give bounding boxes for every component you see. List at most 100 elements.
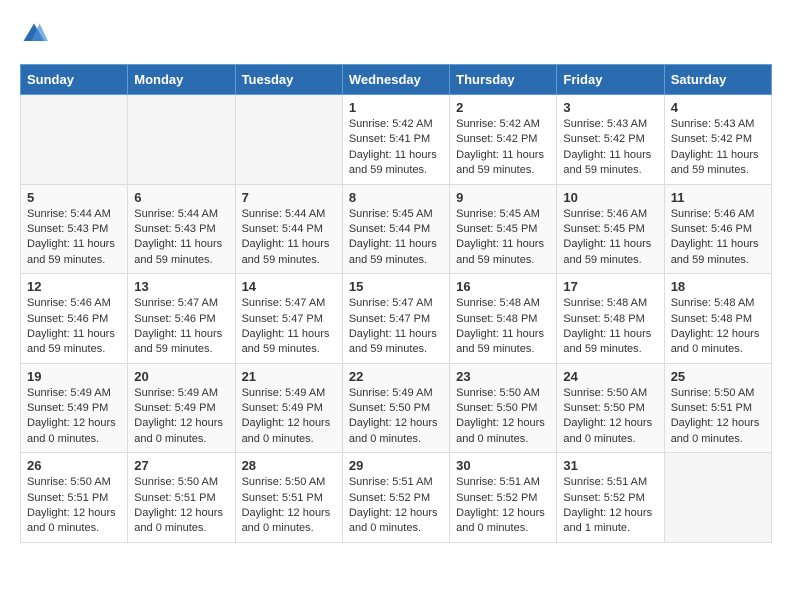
day-number: 1 — [349, 100, 443, 115]
calendar-cell: 26 Sunrise: 5:50 AM Sunset: 5:51 PM Dayli… — [21, 453, 128, 543]
day-number: 20 — [134, 369, 228, 384]
day-info: Sunrise: 5:45 AM Sunset: 5:44 PM Dayligh… — [349, 207, 443, 269]
day-info: Sunrise: 5:46 AM Sunset: 5:46 PM Dayligh… — [671, 207, 765, 269]
day-info: Sunrise: 5:46 AM Sunset: 5:46 PM Dayligh… — [27, 296, 121, 358]
day-number: 25 — [671, 369, 765, 384]
calendar-cell: 11Sunrise: 5:46 AM Sunset: 5:46 PM Dayli… — [664, 184, 771, 274]
page-header — [20, 20, 772, 48]
calendar-cell: 20 Sunrise: 5:49 AM Sunset: 5:49 PM Dayli… — [128, 363, 235, 453]
day-number: 2 — [456, 100, 550, 115]
weekday-header: Thursday — [450, 65, 557, 95]
calendar-cell: 17Sunrise: 5:48 AM Sunset: 5:48 PM Dayli… — [557, 274, 664, 364]
day-info: Sunrise: 5:44 AM Sunset: 5:44 PM Dayligh… — [242, 207, 336, 269]
calendar-week-row: 5 Sunrise: 5:44 AM Sunset: 5:43 PM Daylig… — [21, 184, 772, 274]
calendar-cell: 28 Sunrise: 5:50 AM Sunset: 5:51 PM Dayli… — [235, 453, 342, 543]
day-number: 26 — [27, 458, 121, 473]
day-info: Sunrise: 5:49 AM Sunset: 5:49 PM Dayligh… — [242, 386, 336, 448]
day-info: Sunrise: 5:50 AM Sunset: 5:50 PM Dayligh… — [563, 386, 657, 448]
calendar-cell — [21, 95, 128, 185]
calendar-cell: 24 Sunrise: 5:50 AM Sunset: 5:50 PM Dayli… — [557, 363, 664, 453]
day-info: Sunrise: 5:42 AM Sunset: 5:42 PM Dayligh… — [456, 117, 550, 179]
calendar-cell: 1 Sunrise: 5:42 AM Sunset: 5:41 PM Daylig… — [342, 95, 449, 185]
day-info: Sunrise: 5:49 AM Sunset: 5:49 PM Dayligh… — [134, 386, 228, 448]
logo — [20, 20, 50, 48]
calendar-header-row: SundayMondayTuesdayWednesdayThursdayFrid… — [21, 65, 772, 95]
calendar-cell: 21 Sunrise: 5:49 AM Sunset: 5:49 PM Dayli… — [235, 363, 342, 453]
weekday-header: Saturday — [664, 65, 771, 95]
calendar-cell: 29 Sunrise: 5:51 AM Sunset: 5:52 PM Dayli… — [342, 453, 449, 543]
day-info: Sunrise: 5:49 AM Sunset: 5:49 PM Dayligh… — [27, 386, 121, 448]
day-number: 28 — [242, 458, 336, 473]
calendar-cell — [235, 95, 342, 185]
day-info: Sunrise: 5:43 AM Sunset: 5:42 PM Dayligh… — [671, 117, 765, 179]
day-number: 22 — [349, 369, 443, 384]
calendar-cell: 15 Sunrise: 5:47 AM Sunset: 5:47 PM Dayli… — [342, 274, 449, 364]
calendar-cell: 4 Sunrise: 5:43 AM Sunset: 5:42 PM Daylig… — [664, 95, 771, 185]
day-info: Sunrise: 5:47 AM Sunset: 5:47 PM Dayligh… — [242, 296, 336, 358]
day-info: Sunrise: 5:50 AM Sunset: 5:51 PM Dayligh… — [242, 475, 336, 537]
logo-icon — [20, 20, 48, 48]
calendar-cell: 12 Sunrise: 5:46 AM Sunset: 5:46 PM Dayli… — [21, 274, 128, 364]
day-info: Sunrise: 5:48 AM Sunset: 5:48 PM Dayligh… — [671, 296, 765, 358]
day-number: 30 — [456, 458, 550, 473]
weekday-header: Friday — [557, 65, 664, 95]
day-number: 21 — [242, 369, 336, 384]
day-info: Sunrise: 5:51 AM Sunset: 5:52 PM Dayligh… — [456, 475, 550, 537]
day-info: Sunrise: 5:47 AM Sunset: 5:47 PM Dayligh… — [349, 296, 443, 358]
day-info: Sunrise: 5:43 AM Sunset: 5:42 PM Dayligh… — [563, 117, 657, 179]
calendar-cell: 22 Sunrise: 5:49 AM Sunset: 5:50 PM Dayli… — [342, 363, 449, 453]
calendar-cell: 14 Sunrise: 5:47 AM Sunset: 5:47 PM Dayli… — [235, 274, 342, 364]
weekday-header: Sunday — [21, 65, 128, 95]
day-number: 9 — [456, 190, 550, 205]
day-info: Sunrise: 5:51 AM Sunset: 5:52 PM Dayligh… — [349, 475, 443, 537]
day-number: 15 — [349, 279, 443, 294]
calendar-cell: 6 Sunrise: 5:44 AM Sunset: 5:43 PM Daylig… — [128, 184, 235, 274]
day-number: 4 — [671, 100, 765, 115]
day-number: 12 — [27, 279, 121, 294]
calendar-cell — [664, 453, 771, 543]
day-info: Sunrise: 5:42 AM Sunset: 5:41 PM Dayligh… — [349, 117, 443, 179]
weekday-header: Wednesday — [342, 65, 449, 95]
day-info: Sunrise: 5:47 AM Sunset: 5:46 PM Dayligh… — [134, 296, 228, 358]
calendar-cell: 3 Sunrise: 5:43 AM Sunset: 5:42 PM Daylig… — [557, 95, 664, 185]
day-info: Sunrise: 5:51 AM Sunset: 5:52 PM Dayligh… — [563, 475, 657, 537]
day-number: 14 — [242, 279, 336, 294]
calendar-cell: 9 Sunrise: 5:45 AM Sunset: 5:45 PM Daylig… — [450, 184, 557, 274]
weekday-header: Monday — [128, 65, 235, 95]
day-info: Sunrise: 5:44 AM Sunset: 5:43 PM Dayligh… — [134, 207, 228, 269]
calendar-cell: 7 Sunrise: 5:44 AM Sunset: 5:44 PM Daylig… — [235, 184, 342, 274]
day-info: Sunrise: 5:50 AM Sunset: 5:51 PM Dayligh… — [134, 475, 228, 537]
calendar-cell: 27Sunrise: 5:50 AM Sunset: 5:51 PM Dayli… — [128, 453, 235, 543]
calendar-week-row: 26 Sunrise: 5:50 AM Sunset: 5:51 PM Dayli… — [21, 453, 772, 543]
day-number: 5 — [27, 190, 121, 205]
day-number: 17 — [563, 279, 657, 294]
calendar-cell: 13Sunrise: 5:47 AM Sunset: 5:46 PM Dayli… — [128, 274, 235, 364]
day-number: 24 — [563, 369, 657, 384]
calendar-cell: 31 Sunrise: 5:51 AM Sunset: 5:52 PM Dayli… — [557, 453, 664, 543]
day-number: 7 — [242, 190, 336, 205]
calendar-cell — [128, 95, 235, 185]
day-number: 29 — [349, 458, 443, 473]
day-info: Sunrise: 5:49 AM Sunset: 5:50 PM Dayligh… — [349, 386, 443, 448]
calendar-cell: 8Sunrise: 5:45 AM Sunset: 5:44 PM Daylig… — [342, 184, 449, 274]
day-number: 18 — [671, 279, 765, 294]
day-number: 31 — [563, 458, 657, 473]
day-number: 10 — [563, 190, 657, 205]
weekday-header: Tuesday — [235, 65, 342, 95]
calendar-cell: 19Sunrise: 5:49 AM Sunset: 5:49 PM Dayli… — [21, 363, 128, 453]
day-info: Sunrise: 5:50 AM Sunset: 5:51 PM Dayligh… — [27, 475, 121, 537]
calendar-table: SundayMondayTuesdayWednesdayThursdayFrid… — [20, 64, 772, 543]
day-number: 6 — [134, 190, 228, 205]
day-info: Sunrise: 5:44 AM Sunset: 5:43 PM Dayligh… — [27, 207, 121, 269]
day-info: Sunrise: 5:45 AM Sunset: 5:45 PM Dayligh… — [456, 207, 550, 269]
calendar-week-row: 12 Sunrise: 5:46 AM Sunset: 5:46 PM Dayli… — [21, 274, 772, 364]
day-info: Sunrise: 5:48 AM Sunset: 5:48 PM Dayligh… — [456, 296, 550, 358]
calendar-week-row: 1 Sunrise: 5:42 AM Sunset: 5:41 PM Daylig… — [21, 95, 772, 185]
day-number: 23 — [456, 369, 550, 384]
day-info: Sunrise: 5:50 AM Sunset: 5:50 PM Dayligh… — [456, 386, 550, 448]
calendar-week-row: 19Sunrise: 5:49 AM Sunset: 5:49 PM Dayli… — [21, 363, 772, 453]
calendar-cell: 30 Sunrise: 5:51 AM Sunset: 5:52 PM Dayli… — [450, 453, 557, 543]
calendar-cell: 25Sunrise: 5:50 AM Sunset: 5:51 PM Dayli… — [664, 363, 771, 453]
day-number: 3 — [563, 100, 657, 115]
calendar-cell: 18 Sunrise: 5:48 AM Sunset: 5:48 PM Dayli… — [664, 274, 771, 364]
